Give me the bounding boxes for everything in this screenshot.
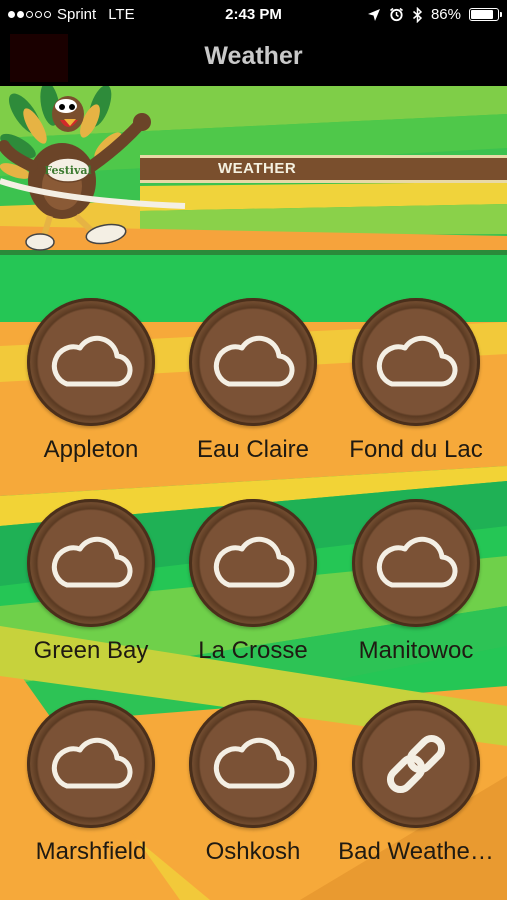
tile-label: Bad Weathe… [338,838,494,865]
cloud-icon [43,515,139,616]
tile-label: Eau Claire [196,436,310,463]
alarm-clock-icon [389,7,403,22]
battery-percent: 86% [430,6,461,23]
tile-icon-circle[interactable] [27,298,155,426]
location-tile[interactable]: Fond du Lac [335,292,497,492]
location-tile[interactable]: Manitowoc [335,493,497,693]
turkey-mascot-logo: Festival [0,86,186,251]
location-tile[interactable]: Oshkosh [172,694,334,894]
tile-icon-circle[interactable] [27,700,155,828]
cloud-icon [205,314,301,415]
tile-label: Manitowoc [358,637,474,664]
location-arrow-icon [367,8,380,21]
page-title: Weather [204,42,303,70]
location-tile[interactable]: Marshfield [10,694,172,894]
battery-tip [500,12,502,17]
tile-icon-circle[interactable] [352,700,480,828]
tile-icon-circle[interactable] [189,298,317,426]
bluetooth-icon [412,6,423,23]
tile-label: La Crosse [198,637,308,664]
link-icon [368,716,464,817]
tile-label: Fond du Lac [349,436,483,463]
tile-label: Oshkosh [205,838,301,865]
app-screen: Sprint LTE 2:43 PM 86% Weather WEATHER F… [0,0,507,900]
cloud-icon [368,314,464,415]
tile-label: Appleton [43,436,139,463]
location-tile[interactable]: La Crosse [172,493,334,693]
banner-stripe: WEATHER [140,155,507,183]
tile-icon-circle[interactable] [189,499,317,627]
tile-label: Green Bay [33,637,149,664]
tile-icon-circle[interactable] [352,298,480,426]
cloud-icon [205,716,301,817]
tile-icon-circle[interactable] [27,499,155,627]
festival-logo-text: Festival [44,164,91,177]
battery-level-fill [471,10,493,19]
banner-title: WEATHER [218,160,297,177]
cloud-icon [43,716,139,817]
tile-icon-circle[interactable] [189,700,317,828]
location-tile[interactable]: Eau Claire [172,292,334,492]
cloud-icon [368,515,464,616]
navigation-bar: Weather [0,30,507,86]
location-tile[interactable]: Green Bay [10,493,172,693]
location-tile[interactable]: Appleton [10,292,172,492]
location-tile[interactable]: Bad Weathe… [335,694,497,894]
status-bar: Sprint LTE 2:43 PM 86% [0,0,507,30]
battery-icon [469,8,502,21]
tile-icon-circle[interactable] [352,499,480,627]
content-area: WEATHER Festival Appleton Eau Claire Fon… [0,86,507,900]
cloud-icon [43,314,139,415]
tile-label: Marshfield [35,838,147,865]
status-right: 86% [367,6,502,23]
cloud-icon [205,515,301,616]
